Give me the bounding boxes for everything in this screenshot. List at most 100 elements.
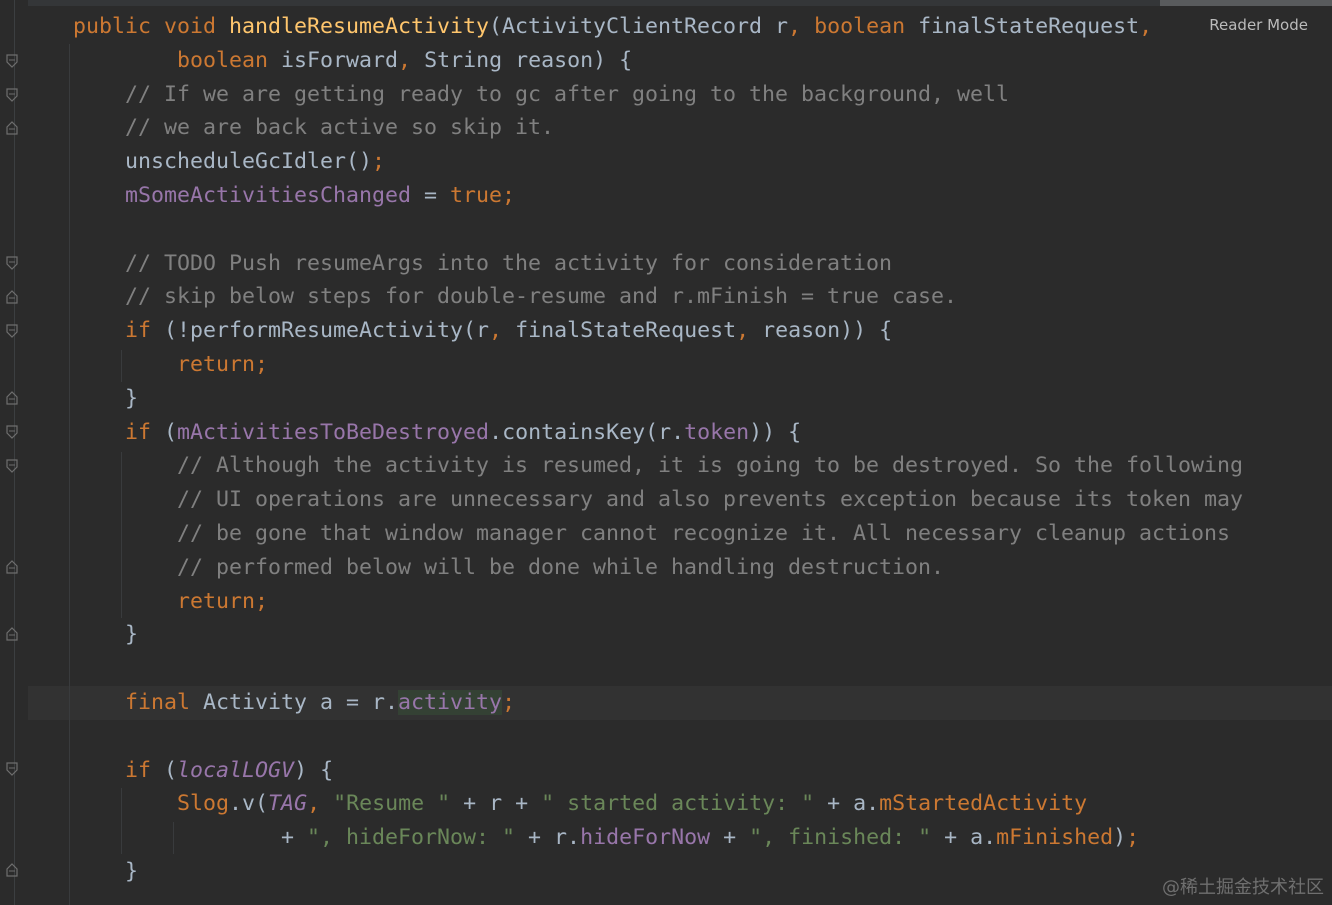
- code-token: }: [125, 858, 139, 884]
- code-line: // If we are getting ready to gc after g…: [73, 78, 1243, 112]
- code-token: =: [411, 182, 451, 208]
- string-literal: ", hideForNow: ": [307, 825, 516, 851]
- keyword: return;: [177, 588, 269, 614]
- code-line: mSomeActivitiesChanged = true;: [73, 179, 1243, 213]
- code-line: + ", hideForNow: " + r.hideForNow + ", f…: [73, 821, 1243, 855]
- code-token: (!performResumeActivity(r: [164, 318, 490, 344]
- code-line: public void handleResumeActivity(Activit…: [73, 10, 1243, 44]
- keyword: boolean: [177, 47, 282, 73]
- comment: // be gone that window manager cannot re…: [177, 520, 1231, 546]
- keyword: return;: [177, 351, 269, 377]
- keyword: if: [125, 318, 165, 344]
- comment: // performed below will be done while ha…: [177, 554, 945, 580]
- code-token: Activity a = r.: [203, 689, 399, 715]
- fold-icon[interactable]: [5, 425, 19, 439]
- string-literal: " started activity: ": [541, 791, 815, 817]
- string-literal: "Resume ": [333, 791, 451, 817]
- punctuation: ,: [307, 791, 334, 817]
- code-line: return;: [73, 585, 1243, 619]
- fold-icon[interactable]: [5, 324, 19, 338]
- fold-icon[interactable]: [5, 88, 19, 102]
- keyword: true;: [450, 182, 516, 208]
- keyword: boolean: [814, 14, 919, 39]
- punctuation: ,: [489, 318, 516, 344]
- code-line: // performed below will be done while ha…: [73, 551, 1243, 585]
- class-name: Slog: [177, 791, 230, 817]
- comment: // skip below steps for double-resume an…: [125, 284, 958, 310]
- field-static: localLOGV: [177, 757, 295, 783]
- code-token: ) {: [294, 757, 334, 783]
- code-line: if (localLOGV) {: [73, 754, 1243, 788]
- keyword: public void: [73, 14, 230, 39]
- fold-end-icon[interactable]: [5, 560, 19, 574]
- scrollbar-thumb[interactable]: [1160, 0, 1332, 6]
- fold-icon[interactable]: [5, 54, 19, 68]
- fold-end-icon[interactable]: [5, 627, 19, 641]
- code-line-current: final Activity a = r.activity;: [73, 686, 1243, 720]
- code-token: (: [164, 419, 178, 445]
- code-token: }: [125, 385, 139, 411]
- comment: // we are back active so skip it.: [125, 115, 555, 141]
- field: token: [684, 419, 750, 445]
- code-token: finalStateRequest: [515, 318, 737, 344]
- punctuation: ;: [1126, 825, 1140, 851]
- code-line: boolean isForward, String reason) {: [73, 44, 1243, 78]
- code-line: if (mActivitiesToBeDestroyed.containsKey…: [73, 416, 1243, 450]
- fold-icon[interactable]: [5, 459, 19, 473]
- punctuation: ,: [398, 47, 425, 73]
- comment: // If we are getting ready to gc after g…: [125, 81, 1010, 107]
- punctuation: ;: [502, 689, 516, 715]
- fold-icon[interactable]: [5, 256, 19, 270]
- comment: // Although the activity is resumed, it …: [177, 453, 1244, 479]
- field: hideForNow: [580, 825, 711, 851]
- string-literal: ", finished: ": [749, 825, 932, 851]
- field: mActivitiesToBeDestroyed: [177, 419, 490, 445]
- code-token: .containsKey(r.: [489, 419, 685, 445]
- punctuation: ,: [1139, 14, 1153, 39]
- code-token: }: [125, 622, 139, 648]
- code-editor[interactable]: public void handleResumeActivity ( Activit…: [73, 10, 1243, 889]
- code-token: +: [281, 825, 308, 851]
- code-token: unscheduleGcIdler(): [125, 149, 373, 175]
- punctuation: ,: [736, 318, 763, 344]
- fold-end-icon[interactable]: [5, 391, 19, 405]
- code-line: }: [73, 618, 1243, 652]
- code-token: + r +: [450, 791, 542, 817]
- code-token: .v(: [229, 791, 269, 817]
- keyword: final: [125, 689, 204, 715]
- code-token: reason)) {: [762, 318, 893, 344]
- code-line: // Although the activity is resumed, it …: [73, 449, 1243, 483]
- fold-end-icon[interactable]: [5, 290, 19, 304]
- editor-gutter[interactable]: [0, 0, 28, 905]
- keyword: if: [125, 757, 165, 783]
- comment: // UI operations are unnecessary and als…: [177, 487, 1244, 513]
- field: mSomeActivitiesChanged: [125, 182, 412, 208]
- fold-end-icon[interactable]: [5, 863, 19, 877]
- code-token: isForward: [281, 47, 399, 73]
- code-token: + a.: [814, 791, 880, 817]
- punctuation: ;: [372, 149, 386, 175]
- code-line: Slog.v(TAG, "Resume " + r + " started ac…: [73, 787, 1243, 821]
- code-token: + a.: [931, 825, 997, 851]
- method-name: handleResumeActivity: [229, 14, 490, 39]
- code-line: // UI operations are unnecessary and als…: [73, 483, 1243, 517]
- field: mFinished: [996, 825, 1114, 851]
- code-token: ): [1113, 825, 1127, 851]
- code-token: + r.: [515, 825, 581, 851]
- indent-guide: [69, 44, 70, 905]
- horizontal-scrollbar[interactable]: [0, 0, 1332, 6]
- code-line: // be gone that window manager cannot re…: [73, 517, 1243, 551]
- code-line: // we are back active so skip it.: [73, 111, 1243, 145]
- code-token: finalStateRequest: [918, 14, 1140, 39]
- punctuation: ,: [788, 14, 815, 39]
- field-static: TAG: [268, 791, 308, 817]
- code-token: +: [710, 825, 750, 851]
- code-line: // TODO Push resumeArgs into the activit…: [73, 247, 1243, 281]
- code-line: return;: [73, 348, 1243, 382]
- fold-icon[interactable]: [5, 762, 19, 776]
- watermark: @稀土掘金技术社区: [1162, 877, 1324, 898]
- fold-end-icon[interactable]: [5, 121, 19, 135]
